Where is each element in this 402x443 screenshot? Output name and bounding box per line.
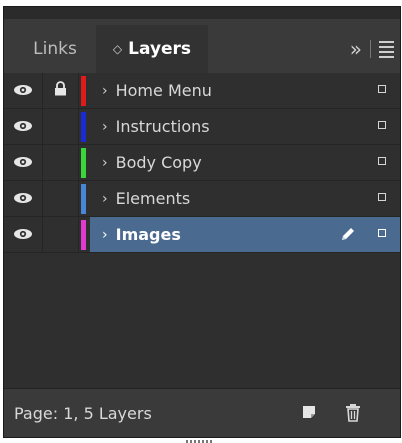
layer-name-cell[interactable]: › Images <box>90 217 400 252</box>
selection-square-icon[interactable] <box>378 157 386 165</box>
visibility-toggle[interactable] <box>4 73 43 108</box>
lock-toggle[interactable] <box>42 217 79 252</box>
layer-row[interactable]: › Home Menu <box>4 73 400 109</box>
expand-arrow-icon[interactable]: › <box>102 155 108 171</box>
panel-header-strip <box>4 7 400 19</box>
visibility-toggle[interactable] <box>4 181 43 216</box>
expand-arrow-icon[interactable]: › <box>102 83 108 99</box>
panel-footer: Page: 1, 5 Layers <box>4 388 400 437</box>
expand-arrow-icon[interactable]: › <box>102 227 108 243</box>
layer-color-swatch <box>78 145 88 180</box>
layers-panel: Links ◇ Layers » › Home Menu › Instructions… <box>4 7 400 437</box>
lock-toggle[interactable] <box>42 181 79 216</box>
visibility-toggle[interactable] <box>4 145 43 180</box>
tab-bar: Links ◇ Layers » <box>4 19 400 73</box>
selection-square-icon[interactable] <box>378 229 386 237</box>
trash-icon[interactable] <box>344 403 362 427</box>
layer-color-swatch <box>78 217 88 252</box>
visibility-toggle[interactable] <box>4 217 43 252</box>
tools-divider <box>370 40 371 58</box>
layer-row[interactable]: › Elements <box>4 181 400 217</box>
layer-name-cell[interactable]: › Body Copy <box>90 145 400 180</box>
layer-row[interactable]: › Instructions <box>4 109 400 145</box>
expand-arrow-icon[interactable]: › <box>102 191 108 207</box>
lock-icon <box>54 81 67 100</box>
layer-name: Home Menu <box>115 81 212 100</box>
pen-icon <box>340 226 356 246</box>
new-layer-icon[interactable] <box>300 403 318 425</box>
selection-square-icon[interactable] <box>378 193 386 201</box>
eye-icon <box>13 117 33 136</box>
layer-name: Instructions <box>115 117 210 136</box>
layer-color-swatch <box>78 181 88 216</box>
layer-name-cell[interactable]: › Home Menu <box>90 73 400 108</box>
layer-color-swatch <box>78 73 88 108</box>
tab-layers[interactable]: ◇ Layers <box>96 25 208 73</box>
layer-status-text: Page: 1, 5 Layers <box>14 403 152 423</box>
eye-icon <box>13 153 33 172</box>
layer-name-cell[interactable]: › Instructions <box>90 109 400 144</box>
panel-menu-icon[interactable] <box>379 40 394 58</box>
tab-links-label: Links <box>33 39 77 59</box>
lock-toggle[interactable] <box>42 73 79 108</box>
layer-row[interactable]: › Body Copy <box>4 145 400 181</box>
lock-toggle[interactable] <box>42 109 79 144</box>
visibility-toggle[interactable] <box>4 109 43 144</box>
selection-square-icon[interactable] <box>378 85 386 93</box>
selection-square-icon[interactable] <box>378 121 386 129</box>
eye-icon <box>13 189 33 208</box>
collapse-panel-icon[interactable]: » <box>350 37 362 61</box>
layer-color-swatch <box>78 109 88 144</box>
eye-icon <box>13 225 33 244</box>
panel-tools: » <box>350 25 394 73</box>
tab-links[interactable]: Links <box>22 25 88 73</box>
layer-name: Images <box>115 225 181 244</box>
eye-icon <box>13 81 33 100</box>
layer-name-cell[interactable]: › Elements <box>90 181 400 216</box>
tab-layers-label: Layers <box>128 39 192 59</box>
layer-list: › Home Menu › Instructions › Body Copy › Elemen… <box>4 73 400 393</box>
lock-toggle[interactable] <box>42 145 79 180</box>
layer-row[interactable]: › Images <box>4 217 400 253</box>
tab-collapse-icon: ◇ <box>112 42 123 56</box>
layer-name: Elements <box>115 189 191 208</box>
expand-arrow-icon[interactable]: › <box>102 119 108 135</box>
layer-name: Body Copy <box>115 153 202 172</box>
